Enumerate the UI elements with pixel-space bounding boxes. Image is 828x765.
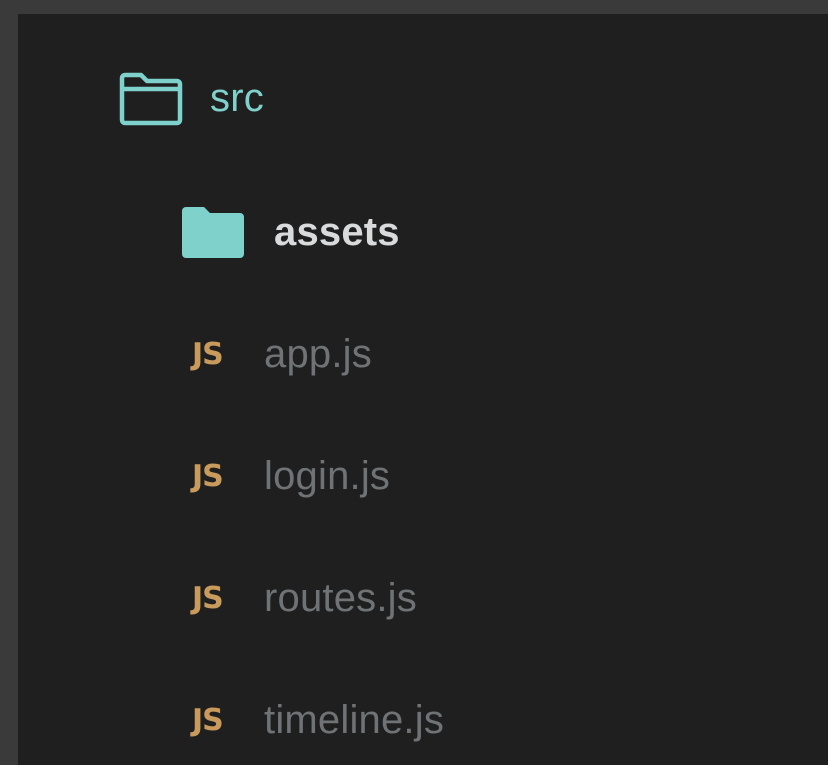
javascript-file-icon: JS [192,458,224,494]
tree-item-file[interactable]: JS app.js [192,322,372,386]
tree-item-label: assets [274,209,400,254]
tree-item-label: login.js [264,453,391,498]
tree-item-file[interactable]: JS login.js [192,444,390,508]
tree-item-label: app.js [264,331,372,376]
javascript-file-icon: JS [192,702,224,738]
folder-filled-icon [180,204,246,260]
tree-item-src[interactable]: src [118,68,264,128]
tree-item-file[interactable]: JS timeline.js [192,688,444,752]
tree-item-file[interactable]: JS routes.js [192,566,417,630]
window-frame: src assets JS app.js JS login.js JS rout… [0,0,828,765]
tree-item-label: routes.js [264,575,417,620]
file-explorer-panel: src assets JS app.js JS login.js JS rout… [18,14,828,765]
folder-outline-icon [118,70,184,126]
tree-item-label: src [210,75,264,120]
tree-item-assets[interactable]: assets [180,200,400,264]
tree-item-label: timeline.js [264,697,445,742]
javascript-file-icon: JS [192,580,224,616]
javascript-file-icon: JS [192,336,224,372]
